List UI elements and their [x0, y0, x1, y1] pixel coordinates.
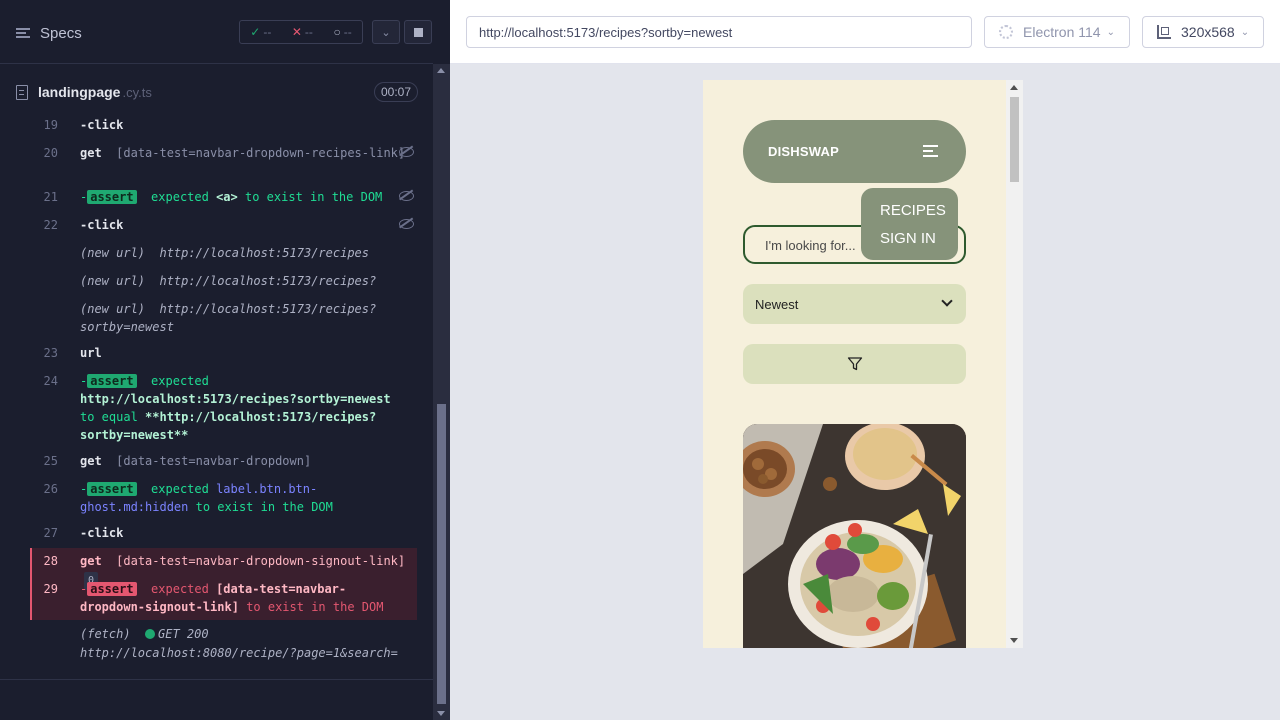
navbar-dropdown-signin-link[interactable]: SIGN IN	[880, 230, 936, 247]
eye-slash-icon	[399, 216, 414, 230]
navbar-dropdown-menu: RECIPES SIGN IN	[861, 188, 958, 260]
hamburger-menu-icon[interactable]	[923, 144, 939, 158]
electron-icon	[999, 25, 1013, 39]
check-icon: ✓	[250, 25, 261, 39]
scroll-up-icon[interactable]	[1010, 85, 1018, 90]
chevron-down-icon: ⌄	[381, 26, 391, 39]
filter-icon	[847, 357, 863, 371]
scroll-down-icon[interactable]	[1010, 638, 1018, 643]
chevron-down-icon	[941, 295, 953, 307]
status-dot-icon	[145, 629, 156, 639]
spec-name: landingpage	[38, 84, 121, 100]
app-scrollbar[interactable]	[1006, 80, 1023, 648]
brand-logo[interactable]: DISHSWAP	[768, 144, 839, 159]
command-row[interactable]: 24 - assert expected http://localhost:517…	[30, 372, 417, 444]
eye-slash-icon	[399, 188, 414, 202]
command-row[interactable]: 26 - assert expected label.btn.btn-ghost.…	[30, 480, 417, 516]
viewport-icon	[1157, 25, 1171, 39]
aut-toolbar: http://localhost:5173/recipes?sortby=new…	[450, 0, 1280, 64]
command-row[interactable]: 20 get [data-test=navbar-dropdown-recipe…	[30, 144, 417, 180]
test-stats: ✓ -- ✕ -- ○ --	[239, 20, 363, 44]
command-log-panel: Specs ✓ -- ✕ -- ○ -- ⌄ landingpage .cy.ts 0…	[0, 0, 450, 720]
divider	[0, 679, 433, 680]
command-log-scrollbar[interactable]	[433, 64, 450, 720]
fetch-row[interactable]: (fetch) GET 200 http://localhost:8080/rec…	[30, 625, 417, 665]
navbar-dropdown-recipes-link[interactable]: RECIPES	[880, 202, 946, 219]
spec-extension: .cy.ts	[122, 84, 152, 100]
food-photo	[743, 424, 966, 648]
eye-slash-icon	[399, 144, 414, 158]
viewport-selector[interactable]: 320x568 ⌄	[1142, 16, 1264, 48]
navbar: DISHSWAP	[743, 120, 966, 183]
search-placeholder: I'm looking for...	[765, 238, 856, 253]
recipe-card-image[interactable]	[743, 424, 966, 648]
scroll-up-icon[interactable]	[437, 68, 445, 73]
specs-label: Specs	[40, 24, 82, 42]
stop-icon	[413, 27, 423, 37]
spec-duration: 00:07	[373, 82, 418, 102]
chevron-down-icon: ⌄	[1240, 26, 1250, 38]
stop-button[interactable]	[404, 20, 432, 44]
pending-count: ○ --	[333, 25, 352, 39]
pending-icon: ○	[333, 25, 341, 39]
sort-value: Newest	[755, 297, 799, 312]
command-row-failed[interactable]: 29 - assert expected [data-test=navbar-dr…	[30, 580, 417, 616]
scrollbar-thumb[interactable]	[437, 404, 446, 704]
url-bar[interactable]: http://localhost:5173/recipes?sortby=new…	[466, 16, 972, 48]
scroll-down-icon[interactable]	[437, 711, 445, 716]
x-icon: ✕	[291, 25, 302, 39]
scrollbar-thumb[interactable]	[1010, 97, 1019, 182]
spec-title-row[interactable]: landingpage .cy.ts 00:07	[16, 80, 418, 104]
command-log: 19 -click 20 get [data-test=navbar-dropd…	[30, 114, 417, 667]
document-icon	[16, 84, 28, 100]
sort-select[interactable]: Newest	[743, 284, 966, 324]
collapse-button[interactable]: ⌄	[372, 20, 400, 44]
filter-button[interactable]	[743, 344, 966, 384]
browser-selector[interactable]: Electron 114 ⌄	[984, 16, 1130, 48]
menu-icon	[16, 27, 32, 39]
failed-count: ✕ --	[291, 25, 313, 39]
passed-count: ✓ --	[250, 25, 272, 39]
specs-toggle-button[interactable]: Specs	[16, 22, 116, 44]
app-frame: DISHSWAP I'm looking for... RECIPES SIGN…	[703, 80, 1023, 648]
specs-header: Specs ✓ -- ✕ -- ○ -- ⌄	[0, 0, 433, 64]
chevron-down-icon: ⌄	[1106, 26, 1115, 38]
new-url-row[interactable]: (new url) http://localhost:5173/recipes?…	[30, 300, 417, 336]
